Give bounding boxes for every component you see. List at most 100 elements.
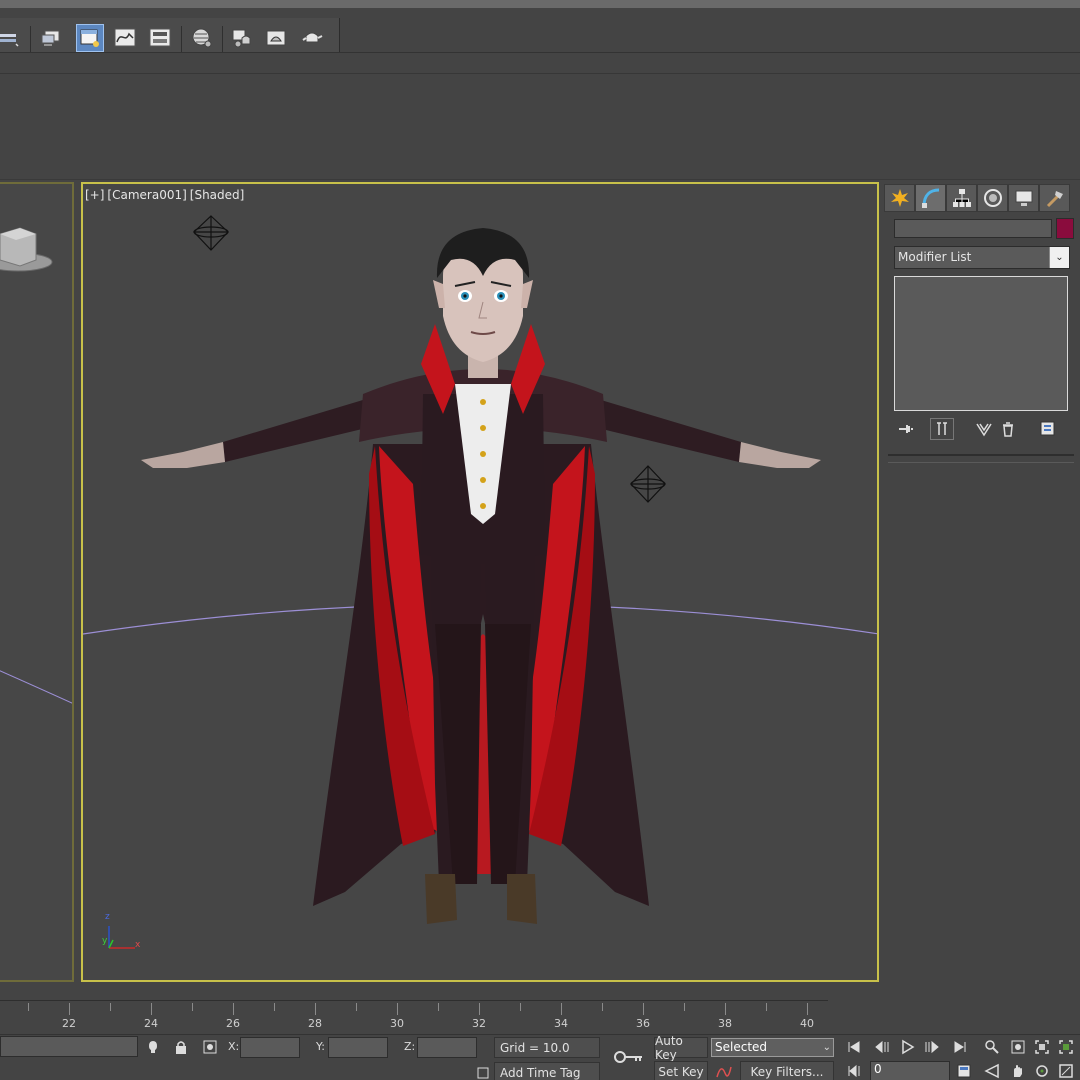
left-viewport-scene [0,227,72,704]
make-unique-icon[interactable] [972,418,996,440]
toolbar-separator [222,26,223,52]
show-end-result-icon[interactable] [930,418,954,440]
chevron-down-icon[interactable]: ⌄ [823,1039,831,1056]
camera-viewport[interactable]: [+] [Camera001] [Shaded] z y x [81,182,879,982]
previous-frame-icon[interactable] [872,1037,892,1057]
timeline-minor-tick [356,1003,357,1011]
modifier-list-dropdown[interactable]: Modifier List ⌄ [894,246,1070,269]
light-helper-icon [193,215,229,251]
timeline-major-tick [315,1003,316,1015]
status-prompt-field [0,1036,138,1057]
hierarchy-icon[interactable] [946,184,977,212]
axis-z-label: z [105,912,110,922]
pan-view-icon[interactable] [1008,1061,1028,1080]
zoom-extents-icon[interactable] [1032,1037,1052,1057]
set-key-mode-key-icon[interactable] [614,1047,644,1067]
create-icon[interactable] [884,184,915,212]
left-viewport[interactable] [0,182,74,982]
object-color-swatch[interactable] [1056,218,1074,239]
timeline-minor-tick [28,1003,29,1011]
timeline-major-tick [151,1003,152,1015]
ribbon-area [0,74,1080,180]
isolate-selection-icon[interactable] [143,1037,163,1057]
go-to-start-icon[interactable] [844,1037,864,1057]
timeline-tick-label: 30 [390,1017,404,1030]
timeline-tick-label: 40 [800,1017,814,1030]
timeline-minor-tick [274,1003,275,1011]
modifier-stack[interactable] [894,276,1068,411]
lock-icon[interactable] [171,1037,191,1057]
field-of-view-icon[interactable] [982,1061,1002,1080]
z-coord-field[interactable] [417,1037,477,1058]
light-helper-icon [630,465,666,503]
curve-editor-icon[interactable] [111,24,139,52]
render-icon[interactable] [298,24,326,52]
timeline-major-tick [561,1003,562,1015]
absolute-mode-icon[interactable] [200,1037,220,1057]
pin-stack-icon[interactable] [894,418,918,440]
object-name-field[interactable] [894,219,1052,238]
material-editor-icon[interactable] [188,24,216,52]
motion-icon[interactable] [977,184,1008,212]
toolbar-separator [181,26,182,52]
render-setup-icon[interactable] [228,24,256,52]
x-coord-label: X: [228,1040,240,1053]
y-coord-field[interactable] [328,1037,388,1058]
timeline-major-tick [397,1003,398,1015]
time-configuration-icon[interactable] [954,1061,974,1080]
time-tag-icon[interactable] [473,1063,493,1080]
timeline-tick-label: 26 [226,1017,240,1030]
configure-sets-icon[interactable] [1036,418,1060,440]
zoom-extents-all-icon[interactable] [1056,1037,1076,1057]
utilities-icon[interactable] [1039,184,1070,212]
set-key-button[interactable]: Set Key [654,1061,708,1080]
timeline-tick-label: 32 [472,1017,486,1030]
timeline-minor-tick [110,1003,111,1011]
chevron-down-icon[interactable]: ⌄ [1049,247,1069,268]
timeline-minor-tick [192,1003,193,1011]
add-time-tag-button[interactable]: Add Time Tag [494,1062,600,1080]
timeline-major-tick [233,1003,234,1015]
timeline-tick-label: 38 [718,1017,732,1030]
timeline-tick-label: 22 [62,1017,76,1030]
timeline-major-tick [479,1003,480,1015]
key-filters-button[interactable]: Key Filters... [740,1061,834,1080]
axis-y-label: y [102,936,108,946]
next-frame-icon[interactable] [922,1037,942,1057]
timeline-major-tick [725,1003,726,1015]
command-panel: Modifier List ⌄ [882,182,1080,1022]
axis-x-label: x [135,940,141,950]
display-icon[interactable] [1008,184,1039,212]
maximize-viewport-icon[interactable] [1056,1061,1076,1080]
play-icon[interactable] [898,1037,918,1057]
remove-modifier-icon[interactable] [996,418,1020,440]
key-mode-toggle-icon[interactable] [844,1061,864,1080]
auto-key-button[interactable]: Auto Key [654,1034,708,1062]
panel-divider [888,462,1074,463]
timeline-tick-label: 34 [554,1017,568,1030]
status-bar: X: Y: Z: Grid = 10.0 Add Time Tag Auto K… [0,1034,1080,1080]
default-tangent-icon[interactable] [714,1061,734,1080]
go-to-end-icon[interactable] [950,1037,970,1057]
orbit-icon[interactable] [1032,1061,1052,1080]
timeline-tick-label: 24 [144,1017,158,1030]
layer-manager-icon[interactable] [0,24,22,52]
main-toolbar-area [0,0,1080,60]
timeline-minor-tick [766,1003,767,1011]
rendered-frame-icon[interactable] [262,24,290,52]
key-mode-selected-label: Selected [715,1040,768,1054]
modify-icon[interactable] [915,184,946,212]
y-coord-label: Y: [316,1040,325,1053]
timeline-tick-label: 36 [636,1017,650,1030]
key-mode-dropdown[interactable]: Selected ⌄ [711,1038,834,1057]
current-frame-field[interactable]: 0 [870,1061,950,1080]
toggle-ribbon-icon[interactable] [76,24,104,52]
timeline-minor-tick [438,1003,439,1011]
timeline-ruler[interactable]: 22 24 26 28 30 32 34 36 38 40 [0,1000,828,1034]
zoom-all-icon[interactable] [1008,1037,1028,1057]
schematic-view-icon[interactable] [146,24,174,52]
zoom-icon[interactable] [982,1037,1002,1057]
scene-explorer-icon[interactable] [37,24,65,52]
toolbar-separator [30,26,31,52]
x-coord-field[interactable] [240,1037,300,1058]
